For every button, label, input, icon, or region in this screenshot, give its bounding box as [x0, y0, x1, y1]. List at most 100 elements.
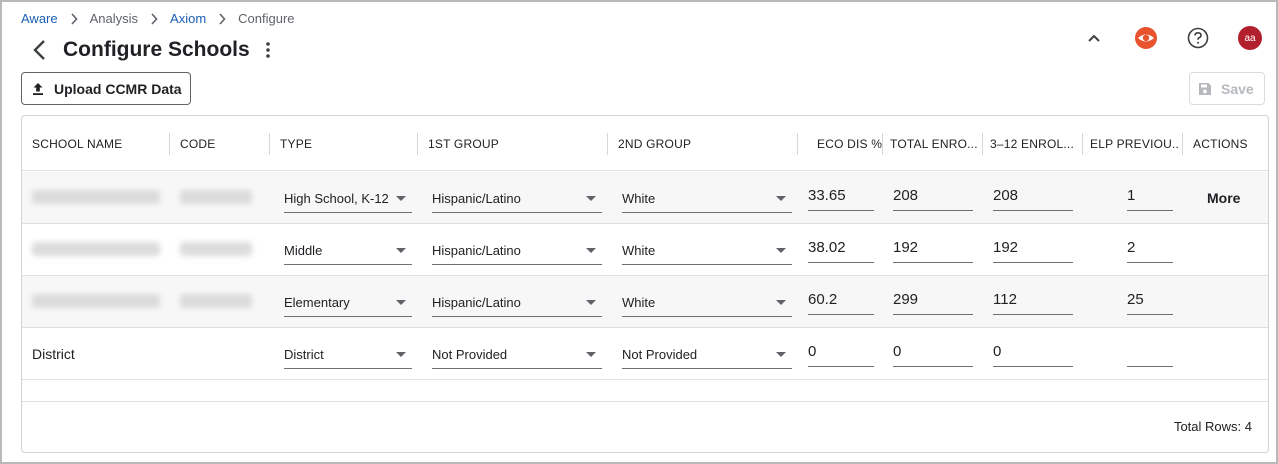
- title-row: Configure Schools: [28, 37, 273, 63]
- save-icon: [1199, 82, 1211, 95]
- column-header-total-enrollment[interactable]: TOTAL ENRO...: [890, 116, 980, 171]
- total-enrollment-input[interactable]: 192: [893, 233, 973, 263]
- elp-previous-input[interactable]: [1127, 337, 1173, 367]
- schools-table: SCHOOL NAME CODE TYPE 1ST GROUP 2ND GROU…: [21, 115, 1269, 453]
- column-header-eco-dis[interactable]: ECO DIS %: [817, 116, 882, 171]
- column-header-type[interactable]: TYPE: [280, 116, 312, 171]
- column-header-2nd-group[interactable]: 2ND GROUP: [618, 116, 691, 171]
- dropdown-caret-icon: [776, 352, 786, 357]
- dropdown-caret-icon: [396, 196, 406, 201]
- enrollment-3-12-input[interactable]: 208: [993, 181, 1073, 211]
- column-header-3-12-enrollment[interactable]: 3–12 ENROL...: [990, 116, 1080, 171]
- chevron-right-icon: [70, 12, 78, 25]
- chevron-right-icon: [218, 12, 226, 25]
- eco-dis-input[interactable]: 38.02: [808, 233, 874, 263]
- total-enrollment-input[interactable]: 208: [893, 181, 973, 211]
- table-spacer-row: [22, 380, 1268, 402]
- elp-previous-input[interactable]: 25: [1127, 285, 1173, 315]
- total-enrollment-input[interactable]: 299: [893, 285, 973, 315]
- total-enrollment-input[interactable]: 0: [893, 337, 973, 367]
- breadcrumb-configure: Configure: [238, 11, 295, 26]
- column-header-1st-group[interactable]: 1ST GROUP: [428, 116, 499, 171]
- type-select[interactable]: Elementary: [284, 287, 412, 317]
- elp-previous-input[interactable]: 2: [1127, 233, 1173, 263]
- dropdown-caret-icon: [776, 196, 786, 201]
- group2-select[interactable]: White: [622, 183, 792, 213]
- dropdown-caret-icon: [396, 300, 406, 305]
- chevron-up-icon[interactable]: [1082, 26, 1106, 50]
- dropdown-caret-icon: [586, 352, 596, 357]
- more-action-button[interactable]: More: [1207, 172, 1240, 224]
- column-header-code[interactable]: CODE: [180, 116, 215, 171]
- app-frame: Aware Analysis Axiom Configure Configure…: [0, 0, 1278, 464]
- column-header-elp-previous[interactable]: ELP PREVIOU...: [1090, 116, 1178, 171]
- avatar-initials: aa: [1238, 26, 1262, 50]
- more-vert-icon[interactable]: [263, 39, 273, 61]
- dropdown-caret-icon: [586, 248, 596, 253]
- table-row: Middle Hispanic/Latino White 38.02 192 1…: [22, 224, 1268, 276]
- breadcrumb-axiom[interactable]: Axiom: [170, 11, 206, 26]
- type-select[interactable]: High School, K-12: [284, 183, 412, 213]
- page-title: Configure Schools: [63, 38, 250, 61]
- group2-select[interactable]: Not Provided: [622, 339, 792, 369]
- column-divider[interactable]: [1082, 133, 1083, 155]
- enrollment-3-12-input[interactable]: 0: [993, 337, 1073, 367]
- column-divider[interactable]: [607, 133, 608, 155]
- upload-ccmr-button[interactable]: Upload CCMR Data: [21, 72, 191, 105]
- dropdown-caret-icon: [776, 300, 786, 305]
- group2-select[interactable]: White: [622, 235, 792, 265]
- column-divider[interactable]: [269, 133, 270, 155]
- column-divider[interactable]: [982, 133, 983, 155]
- group1-select[interactable]: Hispanic/Latino: [432, 183, 602, 213]
- breadcrumb: Aware Analysis Axiom Configure: [21, 11, 295, 26]
- eco-dis-input[interactable]: 60.2: [808, 285, 874, 315]
- group2-select[interactable]: White: [622, 287, 792, 317]
- table-row: Elementary Hispanic/Latino White 60.2 29…: [22, 276, 1268, 328]
- chevron-right-icon: [150, 12, 158, 25]
- save-button-label: Save: [1221, 80, 1254, 97]
- help-icon[interactable]: [1186, 26, 1210, 50]
- dropdown-caret-icon: [586, 196, 596, 201]
- school-name-redacted: [32, 190, 160, 204]
- type-select[interactable]: District: [284, 339, 412, 369]
- dropdown-caret-icon: [776, 248, 786, 253]
- enrollment-3-12-input[interactable]: 112: [993, 285, 1073, 315]
- eco-dis-input[interactable]: 33.65: [808, 181, 874, 211]
- dropdown-caret-icon: [586, 300, 596, 305]
- group1-select[interactable]: Hispanic/Latino: [432, 287, 602, 317]
- school-name-redacted: [32, 294, 160, 308]
- code-redacted: [180, 190, 252, 204]
- column-header-actions: ACTIONS: [1193, 136, 1248, 151]
- table-row: District District Not Provided Not Provi…: [22, 328, 1268, 380]
- school-name-redacted: [32, 242, 160, 256]
- breadcrumb-aware[interactable]: Aware: [21, 11, 58, 26]
- breadcrumb-analysis: Analysis: [89, 11, 139, 26]
- group1-select[interactable]: Hispanic/Latino: [432, 235, 602, 265]
- avatar[interactable]: aa: [1238, 26, 1262, 50]
- dropdown-caret-icon: [396, 248, 406, 253]
- code-redacted: [180, 294, 252, 308]
- group1-select[interactable]: Not Provided: [432, 339, 602, 369]
- column-divider[interactable]: [1182, 133, 1183, 155]
- column-header-school-name[interactable]: SCHOOL NAME: [32, 116, 122, 171]
- column-divider[interactable]: [169, 133, 170, 155]
- enrollment-3-12-input[interactable]: 192: [993, 233, 1073, 263]
- elp-previous-input[interactable]: 1: [1127, 181, 1173, 211]
- table-header: SCHOOL NAME CODE TYPE 1ST GROUP 2ND GROU…: [22, 116, 1268, 171]
- dropdown-caret-icon: [396, 352, 406, 357]
- table-row: High School, K-12 Hispanic/Latino White …: [22, 172, 1268, 224]
- column-divider[interactable]: [882, 133, 883, 155]
- school-name-cell: District: [32, 346, 75, 362]
- total-rows-label: Total Rows: 4: [1173, 419, 1252, 434]
- type-select[interactable]: Middle: [284, 235, 412, 265]
- eco-dis-input[interactable]: 0: [808, 337, 874, 367]
- column-divider[interactable]: [797, 133, 798, 155]
- column-divider[interactable]: [417, 133, 418, 155]
- upload-icon: [33, 82, 43, 95]
- save-button[interactable]: Save: [1189, 72, 1265, 105]
- back-arrow-icon[interactable]: [28, 37, 50, 63]
- header-icons: aa: [1054, 26, 1262, 50]
- upload-button-label: Upload CCMR Data: [54, 80, 182, 97]
- code-redacted: [180, 242, 252, 256]
- eye-icon[interactable]: [1134, 26, 1158, 50]
